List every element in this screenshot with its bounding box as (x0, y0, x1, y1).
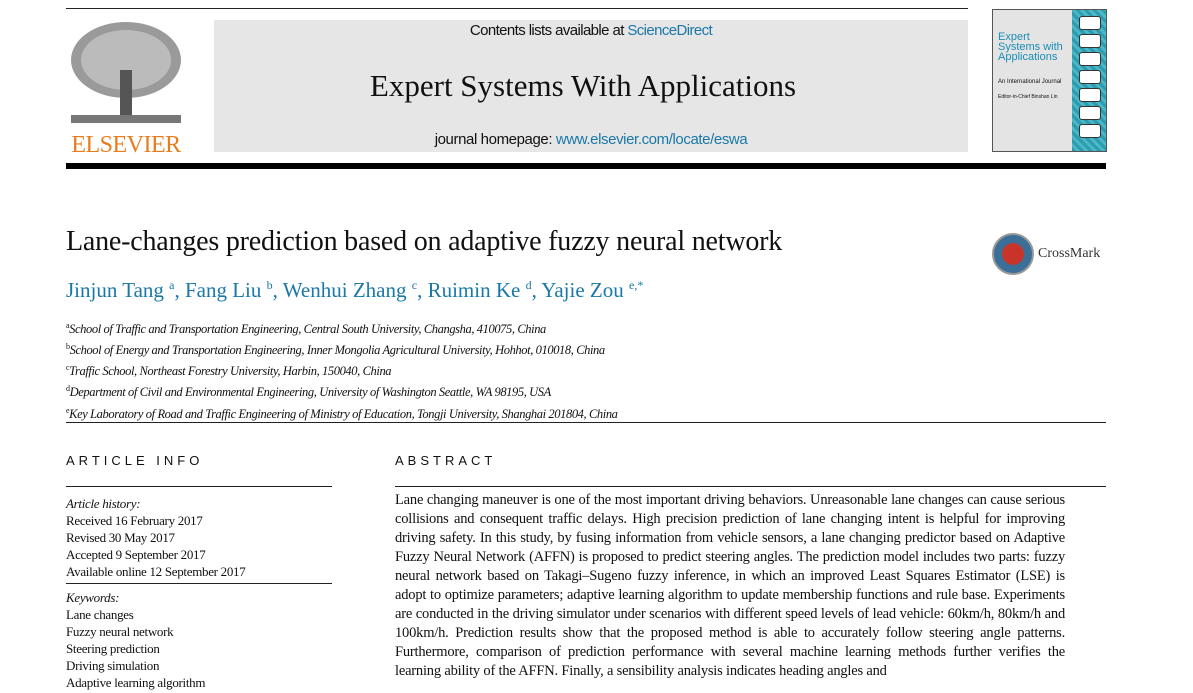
author-link[interactable]: Jinjun Tang (66, 278, 164, 302)
abstract-heading: ABSTRACT (395, 453, 497, 468)
affiliation: aSchool of Traffic and Transportation En… (66, 317, 618, 338)
affiliation-text: Key Laboratory of Road and Traffic Engin… (69, 406, 618, 421)
cover-editor: Editor-in-Chief Binshan Lin (998, 94, 1058, 100)
crossmark-label: CrossMark (1038, 246, 1101, 261)
scales-icon (1079, 70, 1101, 84)
journal-banner: Contents lists available at ScienceDirec… (214, 20, 968, 152)
crossmark-icon (992, 233, 1034, 275)
contents-line: Contents lists available at ScienceDirec… (214, 22, 968, 39)
robot-arm-icon (1079, 106, 1101, 120)
steering-wheel-icon (1079, 16, 1101, 30)
author-link[interactable]: Wenhui Zhang (283, 278, 407, 302)
author-sup[interactable]: b (267, 278, 273, 292)
author-sup[interactable]: a (169, 278, 174, 292)
keyword: Fuzzy neural network (66, 624, 174, 639)
history-item: Accepted 9 September 2017 (66, 547, 206, 562)
brain-icon (1079, 34, 1101, 48)
keyword: Driving simulation (66, 658, 160, 673)
contents-text: Contents lists available at (469, 22, 628, 39)
abstract-text: Lane changing maneuver is one of the mos… (395, 492, 1065, 679)
keyword: Lane changes (66, 607, 134, 622)
info-rule (66, 486, 332, 487)
keywords-label: Keywords: (66, 590, 120, 605)
history-item: Revised 30 May 2017 (66, 530, 175, 545)
affiliation: cTraffic School, Northeast Forestry Univ… (66, 359, 618, 380)
author-list: Jinjun Tang a, Fang Liu b, Wenhui Zhang … (66, 278, 644, 302)
crossmark-button[interactable]: CrossMark (992, 233, 1100, 275)
affiliation-text: School of Traffic and Transportation Eng… (69, 322, 546, 337)
homepage-line: journal homepage: www.elsevier.com/locat… (214, 131, 968, 148)
affiliation-text: Traffic School, Northeast Forestry Unive… (69, 364, 392, 379)
article-title: Lane-changes prediction based on adaptiv… (66, 226, 783, 257)
history-item: Available online 12 September 2017 (66, 564, 246, 579)
elsevier-logo[interactable]: ELSEVIER (66, 20, 186, 158)
homepage-link[interactable]: www.elsevier.com/locate/eswa (556, 131, 748, 148)
author-sup[interactable]: e,* (629, 278, 643, 292)
author-sup[interactable]: c (412, 278, 417, 292)
abstract-rule (395, 486, 1106, 487)
header-thick-rule (66, 163, 1106, 169)
history-item: Received 16 February 2017 (66, 513, 203, 528)
affiliation-text: Department of Civil and Environmental En… (69, 385, 552, 400)
cover-title: Expert Systems with Applications (998, 31, 1063, 63)
article-info: Article history: Received 16 February 20… (66, 495, 332, 691)
elsevier-tree-icon (66, 20, 186, 125)
journal-title: Expert Systems With Applications (369, 68, 797, 103)
affiliation: bSchool of Energy and Transportation Eng… (66, 338, 618, 359)
journal-cover[interactable]: Expert Systems with Applications An Inte… (992, 9, 1107, 152)
cover-subtitle: An International Journal (998, 79, 1062, 85)
keyword: Adaptive learning algorithm (66, 675, 206, 690)
publisher-name: ELSEVIER (71, 132, 181, 158)
affiliation: eKey Laboratory of Road and Traffic Engi… (66, 402, 618, 423)
homepage-text: journal homepage: (434, 131, 556, 148)
header-top-rule (66, 8, 968, 9)
author-sup[interactable]: d (526, 278, 532, 292)
affiliation-text: School of Energy and Transportation Engi… (69, 343, 606, 358)
keyword: Steering prediction (66, 641, 160, 656)
author-link[interactable]: Yajie Zou (541, 278, 623, 302)
medical-icon (1079, 124, 1101, 138)
sciencedirect-link[interactable]: ScienceDirect (627, 22, 712, 39)
affiliations: aSchool of Traffic and Transportation En… (66, 317, 618, 423)
article-info-heading: ARTICLE INFO (66, 453, 204, 468)
affiliation: dDepartment of Civil and Environmental E… (66, 380, 618, 401)
bar-chart-icon (1079, 52, 1101, 66)
history-label: Article history: (66, 496, 141, 511)
keywords-rule (66, 583, 332, 584)
section-divider (66, 422, 1106, 423)
microscope-icon (1079, 88, 1101, 102)
author-link[interactable]: Ruimin Ke (428, 278, 521, 302)
author-link[interactable]: Fang Liu (185, 278, 261, 302)
